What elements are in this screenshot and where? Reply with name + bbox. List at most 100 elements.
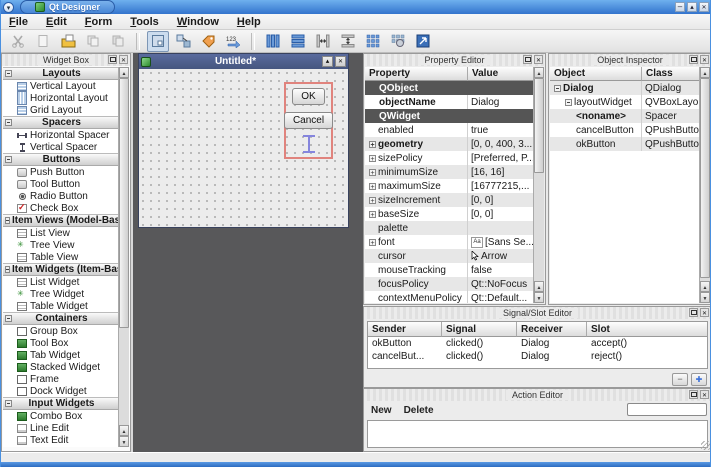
- column-header-property[interactable]: Property: [365, 67, 468, 81]
- layout-horizontal-splitter-icon[interactable]: [312, 31, 334, 52]
- menu-window[interactable]: Window: [177, 16, 219, 28]
- category-input-widgets[interactable]: Input Widgets: [3, 397, 118, 410]
- action-editor-header[interactable]: Action Editor: [364, 389, 711, 401]
- menu-edit[interactable]: Edit: [46, 16, 67, 28]
- object-inspector-scrollbar[interactable]: [699, 67, 710, 303]
- property-row[interactable]: mouseTrackingfalse: [365, 263, 533, 277]
- scroll-down-button[interactable]: [700, 292, 710, 303]
- collapse-icon[interactable]: [554, 85, 561, 92]
- form-window-titlebar[interactable]: Untitled*: [139, 54, 348, 69]
- scroll-up-button-2[interactable]: [700, 281, 710, 292]
- collapse-icon[interactable]: [5, 119, 12, 126]
- float-panel-button[interactable]: [523, 55, 532, 64]
- widget-list-widget[interactable]: List Widget: [3, 276, 118, 288]
- close-panel-button[interactable]: [700, 390, 709, 399]
- form-canvas[interactable]: OK Cancel: [139, 69, 348, 227]
- float-panel-button[interactable]: [689, 390, 698, 399]
- layers-icon[interactable]: [107, 31, 129, 52]
- layout-vertical-splitter-icon[interactable]: [337, 31, 359, 52]
- action-filter-input[interactable]: [627, 403, 707, 416]
- column-header-object[interactable]: Object: [550, 67, 642, 81]
- widget-horizontal-layout[interactable]: Horizontal Layout: [3, 92, 118, 104]
- expand-icon[interactable]: [369, 155, 376, 162]
- vertical-spacer-indicator-icon[interactable]: [302, 135, 316, 153]
- property-row[interactable]: contextMenuPolicyQt::Default...: [365, 291, 533, 303]
- category-spacers[interactable]: Spacers: [3, 116, 118, 129]
- property-row[interactable]: minimumSize[16, 16]: [365, 165, 533, 179]
- expand-icon[interactable]: [369, 141, 376, 148]
- widget-table-view[interactable]: Table View: [3, 251, 118, 263]
- collapse-icon[interactable]: [5, 217, 10, 224]
- column-header-class[interactable]: Class: [642, 67, 699, 81]
- duplicate-icon[interactable]: [82, 31, 104, 52]
- action-list[interactable]: [367, 420, 708, 448]
- column-header-sender[interactable]: Sender: [368, 322, 442, 337]
- column-header-receiver[interactable]: Receiver: [517, 322, 587, 337]
- resize-grip[interactable]: [701, 441, 710, 450]
- category-item-views[interactable]: Item Views (Model-Based): [3, 214, 118, 227]
- edit-signals-slots-icon[interactable]: [172, 31, 194, 52]
- scrollbar-thumb[interactable]: [119, 78, 129, 328]
- widget-tree-view[interactable]: Tree View: [3, 239, 118, 251]
- close-panel-button[interactable]: [534, 55, 543, 64]
- window-titlebar[interactable]: Qt Designer: [1, 0, 711, 14]
- property-row[interactable]: maximumSize[16777215,...: [365, 179, 533, 193]
- collapse-icon[interactable]: [5, 266, 10, 273]
- widget-radio-button[interactable]: Radio Button: [3, 190, 118, 202]
- scroll-up-button[interactable]: [534, 67, 544, 78]
- collapse-icon[interactable]: [5, 156, 12, 163]
- collapse-icon[interactable]: [5, 400, 12, 407]
- close-panel-button[interactable]: [700, 55, 709, 64]
- scroll-down-button[interactable]: [119, 436, 129, 447]
- object-row-layoutwidget[interactable]: layoutWidgetQVBoxLayout: [550, 95, 699, 109]
- expand-icon[interactable]: [369, 239, 376, 246]
- signal-slot-editor-header[interactable]: Signal/Slot Editor: [364, 307, 711, 319]
- widget-list-view[interactable]: List View: [3, 227, 118, 239]
- float-panel-button[interactable]: [108, 55, 117, 64]
- window-menu-button[interactable]: [3, 2, 14, 13]
- scroll-up-button-2[interactable]: [119, 425, 129, 436]
- category-item-widgets[interactable]: Item Widgets (Item-Based): [3, 263, 118, 276]
- widget-combo-box[interactable]: Combo Box: [3, 410, 118, 422]
- property-editor-header[interactable]: Property Editor: [364, 54, 545, 66]
- menu-file[interactable]: File: [9, 16, 28, 28]
- close-panel-button[interactable]: [700, 308, 709, 317]
- scrollbar-thumb[interactable]: [700, 78, 710, 278]
- scrollbar-thumb[interactable]: [534, 78, 544, 173]
- property-row[interactable]: font[Sans Se...: [365, 235, 533, 249]
- ok-button[interactable]: OK: [292, 88, 324, 105]
- widget-frame[interactable]: Frame: [3, 373, 118, 385]
- widget-horizontal-spacer[interactable]: Horizontal Spacer: [3, 129, 118, 141]
- collapse-icon[interactable]: [5, 315, 12, 322]
- category-layouts[interactable]: Layouts: [3, 67, 118, 80]
- category-buttons[interactable]: Buttons: [3, 153, 118, 166]
- widget-check-box[interactable]: Check Box: [3, 202, 118, 214]
- adjust-size-icon[interactable]: [412, 31, 434, 52]
- widget-text-edit[interactable]: Text Edit: [3, 434, 118, 446]
- form-minimize-button[interactable]: [322, 56, 333, 67]
- minimize-button[interactable]: [675, 2, 685, 12]
- property-group-row[interactable]: QWidget: [365, 109, 533, 123]
- scroll-up-button[interactable]: [119, 67, 129, 78]
- object-row-noname[interactable]: <noname>Spacer: [550, 109, 699, 123]
- edit-tab-order-icon[interactable]: 123: [222, 31, 244, 52]
- layout-grid-icon[interactable]: [362, 31, 384, 52]
- widget-tree-widget[interactable]: Tree Widget: [3, 288, 118, 300]
- edit-widgets-icon[interactable]: [147, 31, 169, 52]
- expand-icon[interactable]: [369, 211, 376, 218]
- expand-icon[interactable]: [369, 183, 376, 190]
- break-layout-icon[interactable]: [387, 31, 409, 52]
- widget-dock-widget[interactable]: Dock Widget: [3, 385, 118, 397]
- copy-icon[interactable]: [32, 31, 54, 52]
- expand-icon[interactable]: [369, 197, 376, 204]
- object-inspector-header[interactable]: Object Inspector: [549, 54, 711, 66]
- float-panel-button[interactable]: [689, 308, 698, 317]
- property-row[interactable]: geometry[0, 0, 400, 3...: [365, 137, 533, 151]
- widget-vertical-spacer[interactable]: Vertical Spacer: [3, 141, 118, 153]
- form-window[interactable]: Untitled* OK Cancel: [138, 53, 349, 228]
- maximize-button[interactable]: [687, 2, 697, 12]
- object-row-okbutton[interactable]: okButtonQPushButton: [550, 137, 699, 151]
- widget-tool-button[interactable]: Tool Button: [3, 178, 118, 190]
- property-row[interactable]: sizePolicy[Preferred, P...: [365, 151, 533, 165]
- widget-spin-box[interactable]: Spin Box: [3, 446, 118, 447]
